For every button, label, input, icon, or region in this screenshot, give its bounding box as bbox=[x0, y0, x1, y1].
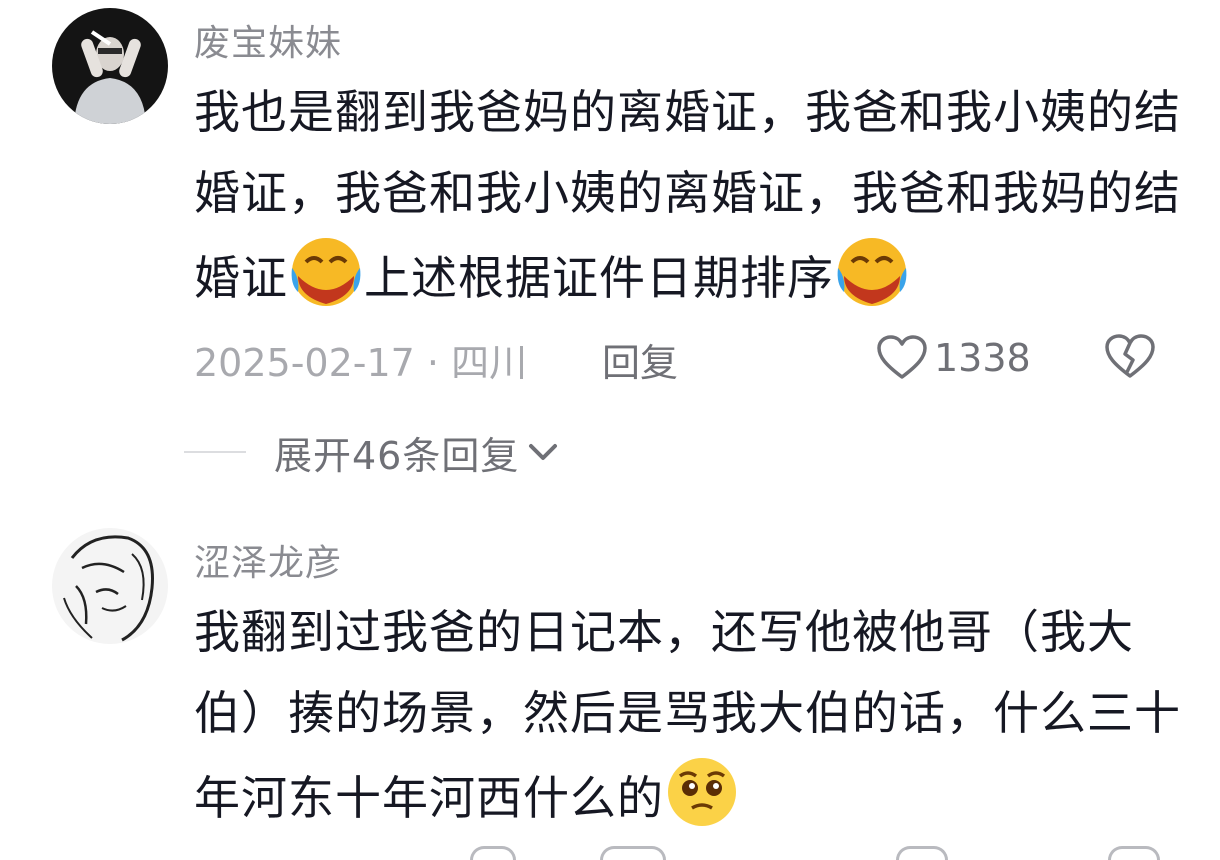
heart-icon bbox=[877, 335, 927, 379]
expand-replies-button[interactable]: 展开46条回复 bbox=[184, 424, 559, 480]
reply-button[interactable]: 回复 bbox=[602, 332, 678, 387]
like-count: 1338 bbox=[934, 336, 1031, 380]
avatar-image bbox=[52, 528, 168, 644]
username[interactable]: 废宝妹妹 bbox=[194, 14, 342, 66]
comment-text-part: 上述根据证件日期排序 bbox=[364, 251, 834, 305]
comment-text: 我也是翻到我爸妈的离婚证，我爸和我小姨的结婚证，我爸和我小姨的离婚证，我爸和我妈… bbox=[194, 72, 1184, 319]
next-comment-meta-partial bbox=[0, 846, 1220, 860]
username[interactable]: 涩泽龙彦 bbox=[194, 534, 342, 586]
date-location: 2025-02-17 · 四川 bbox=[194, 341, 528, 385]
chevron-down-icon bbox=[529, 444, 558, 460]
partial-shape bbox=[470, 846, 516, 860]
comment-meta: 2025-02-17 · 四川 回复 1338 bbox=[194, 330, 1174, 386]
like-button[interactable]: 1338 bbox=[876, 330, 1031, 386]
partial-shape bbox=[896, 846, 948, 860]
laughing-crying-emoji-icon bbox=[834, 234, 910, 310]
comment-feed: 废宝妹妹 我也是翻到我爸妈的离婚证，我爸和我小姨的结婚证，我爸和我小姨的离婚证，… bbox=[0, 0, 1220, 860]
dislike-button[interactable] bbox=[1104, 334, 1156, 384]
partial-shape bbox=[1108, 846, 1160, 860]
comment-text: 我翻到过我爸的日记本，还写他被他哥（我大伯）揍的场景，然后是骂我大伯的话，什么三… bbox=[194, 592, 1184, 839]
pleading-face-emoji-icon bbox=[664, 754, 740, 830]
laughing-crying-emoji-icon bbox=[288, 234, 364, 310]
avatar[interactable] bbox=[52, 528, 168, 644]
expand-replies-label: 展开46条回复 bbox=[274, 433, 520, 478]
avatar[interactable] bbox=[52, 8, 168, 124]
partial-shape bbox=[600, 846, 666, 860]
broken-heart-icon bbox=[1105, 334, 1155, 378]
divider-line bbox=[184, 451, 246, 453]
avatar-image bbox=[52, 8, 168, 124]
